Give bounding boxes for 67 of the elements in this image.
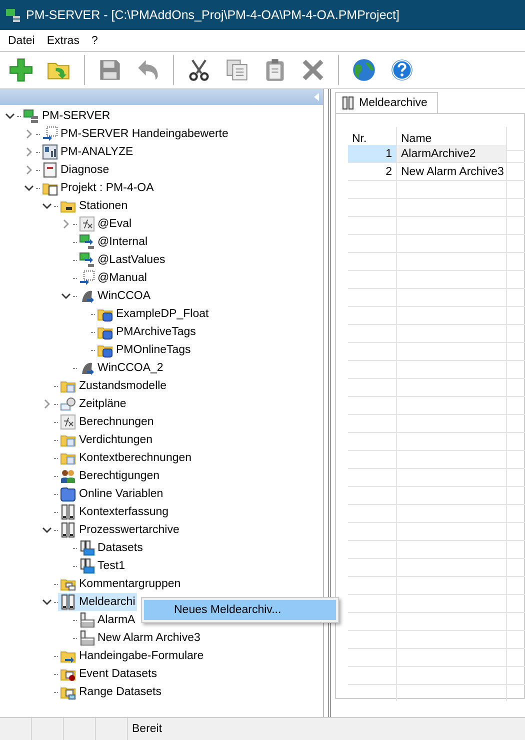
tab[interactable]: Meldearchive bbox=[335, 92, 438, 113]
function-icon bbox=[60, 414, 76, 430]
tree-item[interactable]: PM-ANALYZE bbox=[40, 143, 136, 161]
menu-item[interactable]: Datei bbox=[2, 34, 41, 46]
form-arrow-icon bbox=[42, 126, 58, 142]
monitor-arrow-icon bbox=[78, 252, 94, 268]
table-cell: 2 bbox=[348, 163, 397, 181]
status-text: Bereit bbox=[131, 723, 162, 735]
menu-item[interactable]: ? bbox=[85, 34, 104, 46]
table-cell: 1 bbox=[348, 145, 397, 163]
tree-item[interactable]: Event Datasets bbox=[58, 665, 159, 683]
binder-icon bbox=[60, 504, 76, 520]
binder-folder-icon bbox=[78, 558, 94, 574]
tree-item[interactable]: PM-SERVER bbox=[21, 107, 112, 125]
tree-item[interactable]: Kontextberechnungen bbox=[58, 449, 194, 467]
tree-item[interactable]: PMOnlineTags bbox=[95, 341, 193, 359]
tree-item[interactable]: PMArchiveTags bbox=[95, 323, 198, 341]
binder-icon bbox=[60, 594, 76, 610]
archive-sheet-icon bbox=[78, 612, 94, 628]
tree-item[interactable]: Verdichtungen bbox=[58, 431, 155, 449]
context-menu-item[interactable]: Neues Meldearchiv... bbox=[144, 600, 336, 620]
tree-item[interactable]: @LastValues bbox=[76, 251, 168, 269]
archive-sheet-icon bbox=[78, 630, 94, 646]
binder-folder-icon bbox=[78, 540, 94, 556]
table-cell: AlarmArchive2 bbox=[397, 145, 507, 163]
binder-icon bbox=[60, 522, 76, 538]
people-icon bbox=[60, 468, 76, 484]
binder-icon bbox=[342, 96, 354, 110]
tree-item[interactable]: Prozesswertarchive bbox=[58, 521, 182, 539]
app-icon bbox=[6, 8, 20, 22]
form-arrow-icon bbox=[78, 270, 94, 286]
tree-item[interactable]: WinCCOA_2 bbox=[76, 359, 166, 377]
tree-item[interactable]: Zustandsmodelle bbox=[58, 377, 169, 395]
tree-item[interactable]: Handeingabe-Formulare bbox=[58, 647, 206, 665]
tree-item[interactable]: Berechnungen bbox=[58, 413, 156, 431]
tree-item[interactable]: PM-SERVER Handeingabewerte bbox=[40, 125, 230, 143]
tree-item[interactable]: Stationen bbox=[58, 197, 130, 215]
server-icon bbox=[23, 108, 39, 124]
window-title: PM-SERVER - [C:\PMAddOns_Proj\PM-4-OA\PM-4-OA.PMProject] bbox=[26, 8, 400, 22]
tree-item[interactable]: Datasets bbox=[76, 539, 145, 557]
tree-item[interactable]: Kommentargruppen bbox=[58, 575, 183, 593]
tree-item[interactable]: Range Datasets bbox=[58, 683, 164, 701]
tree-item[interactable]: Kontexterfassung bbox=[58, 503, 171, 521]
tree-item[interactable]: ExampleDP_Float bbox=[95, 305, 211, 323]
tree-item[interactable]: @Manual bbox=[76, 269, 149, 287]
diagnosis-icon bbox=[42, 162, 58, 178]
function-icon bbox=[78, 216, 94, 232]
column-header[interactable]: Nr. bbox=[352, 132, 367, 144]
column-header[interactable]: Name bbox=[401, 132, 432, 144]
tree-item[interactable]: @Eval bbox=[76, 215, 134, 233]
schedule-icon bbox=[60, 396, 76, 412]
folder-icon bbox=[60, 486, 76, 502]
menu-item[interactable]: Extras bbox=[40, 34, 86, 46]
tree-item[interactable]: Projekt : PM-4-OA bbox=[40, 179, 156, 197]
tree-item[interactable]: Berechtigungen bbox=[58, 467, 162, 485]
tree-item[interactable]: Zeitpläne bbox=[58, 395, 128, 413]
table-cell: New Alarm Archive3 bbox=[397, 163, 507, 181]
tree-item[interactable]: WinCCOA bbox=[76, 287, 153, 305]
monitor-arrow-icon bbox=[78, 234, 94, 250]
tree-item[interactable]: Test1 bbox=[76, 557, 127, 575]
tree-item[interactable]: New Alarm Archive3 bbox=[76, 629, 202, 647]
analysis-icon bbox=[42, 144, 58, 160]
tree-item[interactable]: Online Variablen bbox=[58, 485, 166, 503]
tree-item[interactable]: @Internal bbox=[76, 233, 150, 251]
tree-item[interactable]: Meldearchi bbox=[58, 593, 138, 611]
tree-item[interactable]: AlarmA bbox=[76, 611, 138, 629]
tree-item[interactable]: Diagnose bbox=[40, 161, 112, 179]
